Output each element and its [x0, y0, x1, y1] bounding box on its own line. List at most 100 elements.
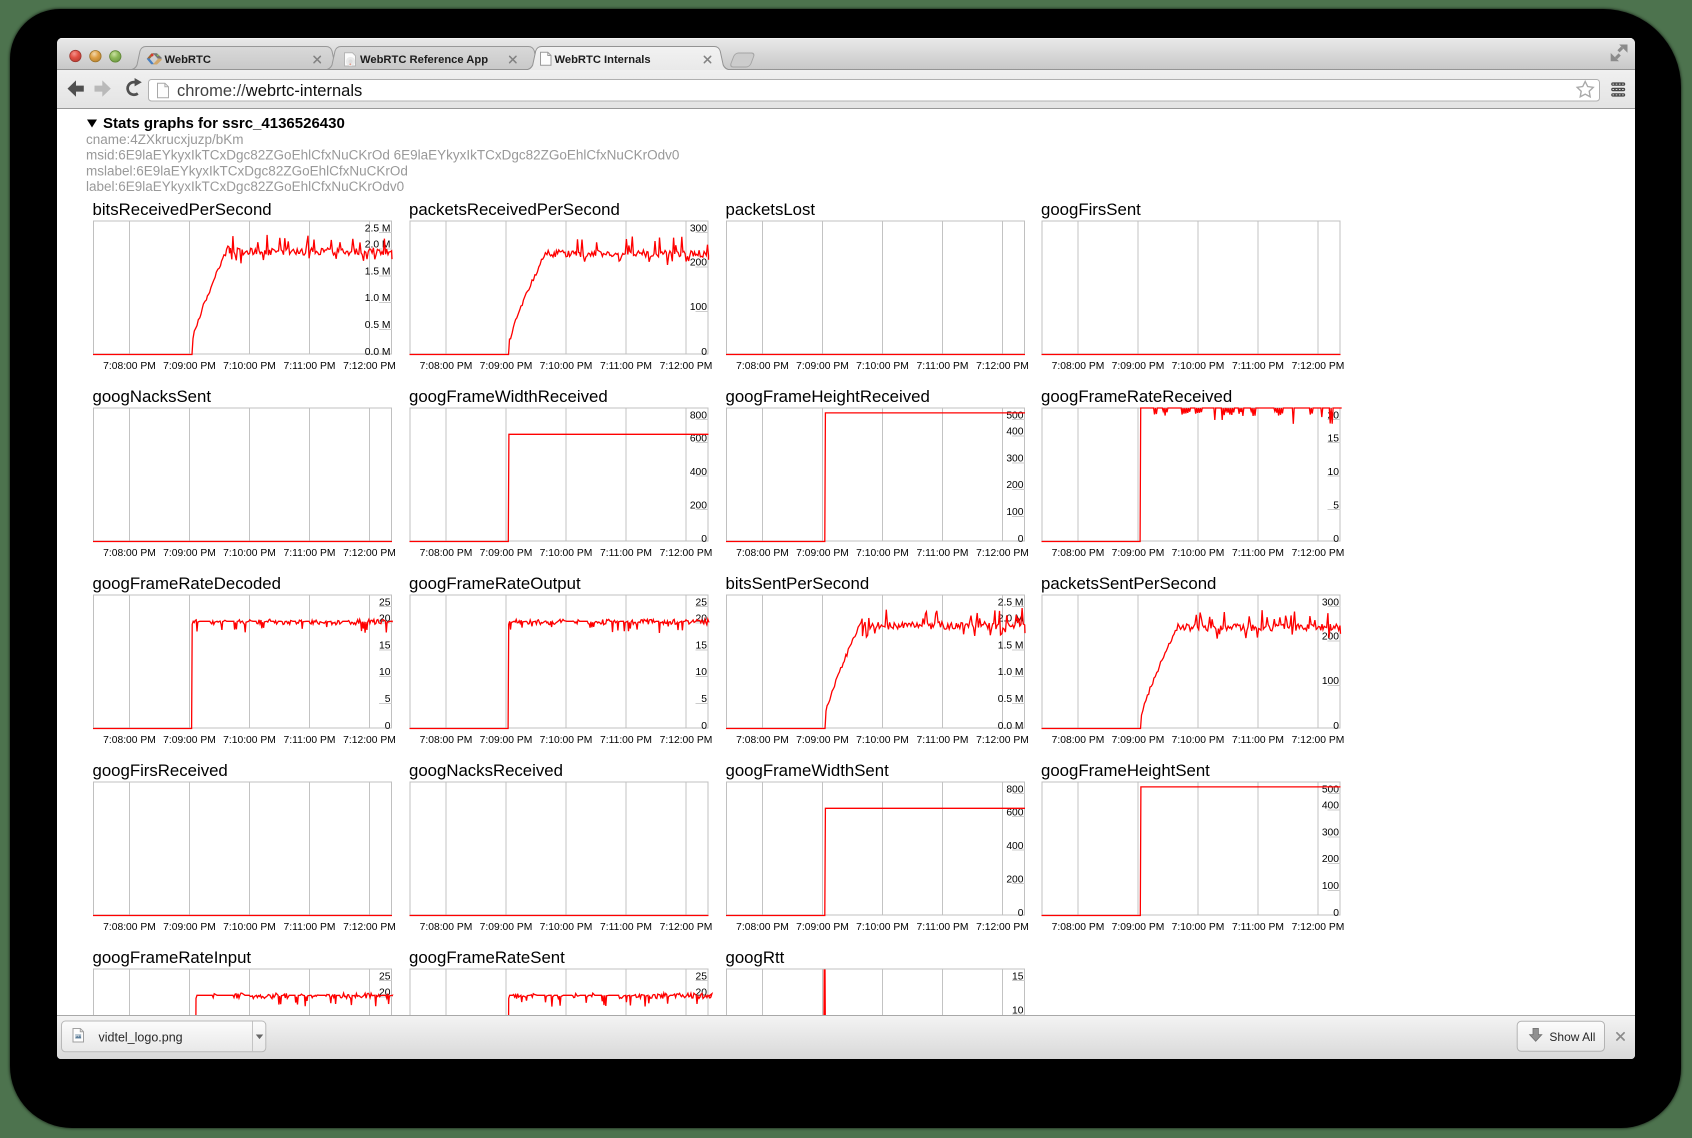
svg-text:vidtel_logo.png: vidtel_logo.png: [99, 1030, 183, 1044]
svg-text:7:12:00 PM: 7:12:00 PM: [660, 735, 713, 746]
svg-text:7:08:00 PM: 7:08:00 PM: [1052, 361, 1105, 372]
svg-text:7:08:00 PM: 7:08:00 PM: [736, 735, 789, 746]
svg-text:7:08:00 PM: 7:08:00 PM: [420, 922, 473, 933]
svg-text:7:10:00 PM: 7:10:00 PM: [1172, 922, 1225, 933]
svg-text:7:11:00 PM: 7:11:00 PM: [600, 922, 652, 933]
svg-text:7:08:00 PM: 7:08:00 PM: [1052, 735, 1105, 746]
svg-text:0.0 M: 0.0 M: [365, 346, 391, 357]
svg-text:7:09:00 PM: 7:09:00 PM: [1112, 922, 1165, 933]
svg-text:7:10:00 PM: 7:10:00 PM: [1172, 361, 1225, 372]
svg-text:7:12:00 PM: 7:12:00 PM: [343, 735, 396, 746]
svg-text:7:09:00 PM: 7:09:00 PM: [796, 922, 849, 933]
svg-text:googFirsSent: googFirsSent: [1041, 200, 1141, 219]
svg-text:googFrameHeightSent: googFrameHeightSent: [1041, 761, 1210, 780]
svg-text:0: 0: [701, 720, 707, 731]
svg-text:7:11:00 PM: 7:11:00 PM: [1232, 361, 1284, 372]
svg-text:7:12:00 PM: 7:12:00 PM: [343, 922, 396, 933]
svg-text:7:10:00 PM: 7:10:00 PM: [1172, 548, 1225, 559]
svg-text:7:10:00 PM: 7:10:00 PM: [540, 922, 593, 933]
svg-text:7:11:00 PM: 7:11:00 PM: [917, 548, 969, 559]
svg-text:bitsSentPerSecond: bitsSentPerSecond: [726, 574, 870, 593]
svg-text:0: 0: [1018, 533, 1024, 544]
svg-text:0: 0: [1333, 533, 1339, 544]
svg-text:bitsReceivedPerSecond: bitsReceivedPerSecond: [93, 200, 272, 219]
svg-text:WebRTC Reference App: WebRTC Reference App: [360, 54, 488, 66]
svg-text:7:12:00 PM: 7:12:00 PM: [1292, 922, 1345, 933]
svg-text:7:10:00 PM: 7:10:00 PM: [856, 548, 909, 559]
svg-text:7:09:00 PM: 7:09:00 PM: [163, 735, 216, 746]
svg-text:7:10:00 PM: 7:10:00 PM: [856, 735, 909, 746]
svg-text:0: 0: [1333, 720, 1339, 731]
svg-text:msid:6E9laEYkyxIkTCxDgc82ZGoEh: msid:6E9laEYkyxIkTCxDgc82ZGoEhlCfxNuCKrO…: [86, 147, 679, 162]
svg-text:7:12:00 PM: 7:12:00 PM: [976, 548, 1029, 559]
svg-text:7:09:00 PM: 7:09:00 PM: [163, 548, 216, 559]
svg-text:7:09:00 PM: 7:09:00 PM: [163, 922, 216, 933]
svg-text:7:10:00 PM: 7:10:00 PM: [856, 922, 909, 933]
svg-text:7:08:00 PM: 7:08:00 PM: [420, 548, 473, 559]
svg-text:packetsReceivedPerSecond: packetsReceivedPerSecond: [409, 200, 620, 219]
svg-text:0: 0: [701, 346, 707, 357]
svg-text:7:09:00 PM: 7:09:00 PM: [796, 548, 849, 559]
svg-text:Show All: Show All: [1549, 1030, 1595, 1044]
svg-text:cname:4ZXkrucxjuzp/bKm: cname:4ZXkrucxjuzp/bKm: [86, 132, 244, 147]
svg-text:7:12:00 PM: 7:12:00 PM: [976, 922, 1029, 933]
svg-text:7:08:00 PM: 7:08:00 PM: [103, 735, 156, 746]
svg-text:Stats graphs for ssrc_41365264: Stats graphs for ssrc_4136526430: [103, 115, 345, 132]
svg-text:7:09:00 PM: 7:09:00 PM: [1112, 548, 1165, 559]
svg-text:7:09:00 PM: 7:09:00 PM: [1112, 735, 1165, 746]
svg-text:7:12:00 PM: 7:12:00 PM: [1292, 735, 1345, 746]
svg-text:7:08:00 PM: 7:08:00 PM: [103, 548, 156, 559]
svg-text:7:11:00 PM: 7:11:00 PM: [284, 922, 336, 933]
svg-text:7:11:00 PM: 7:11:00 PM: [917, 922, 969, 933]
svg-text:googRtt: googRtt: [726, 948, 785, 967]
svg-text:label:6E9laEYkyxIkTCxDgc82ZGoE: label:6E9laEYkyxIkTCxDgc82ZGoEhlCfxNuCKr…: [86, 179, 404, 194]
svg-text:7:10:00 PM: 7:10:00 PM: [540, 735, 593, 746]
svg-text:7:12:00 PM: 7:12:00 PM: [660, 548, 713, 559]
svg-text:7:08:00 PM: 7:08:00 PM: [420, 735, 473, 746]
svg-text:packetsLost: packetsLost: [726, 200, 816, 219]
svg-text:7:10:00 PM: 7:10:00 PM: [540, 361, 593, 372]
svg-text:packetsSentPerSecond: packetsSentPerSecond: [1041, 574, 1216, 593]
svg-text:7:11:00 PM: 7:11:00 PM: [284, 361, 336, 372]
svg-text:7:11:00 PM: 7:11:00 PM: [917, 361, 969, 372]
svg-text:7:08:00 PM: 7:08:00 PM: [1052, 548, 1105, 559]
svg-text:7:09:00 PM: 7:09:00 PM: [480, 735, 533, 746]
svg-text:7:09:00 PM: 7:09:00 PM: [480, 361, 533, 372]
svg-text:7:09:00 PM: 7:09:00 PM: [796, 735, 849, 746]
svg-text:7:10:00 PM: 7:10:00 PM: [223, 361, 276, 372]
svg-text:7:10:00 PM: 7:10:00 PM: [540, 548, 593, 559]
svg-text:7:11:00 PM: 7:11:00 PM: [600, 548, 652, 559]
svg-text:7:09:00 PM: 7:09:00 PM: [796, 361, 849, 372]
svg-text:7:12:00 PM: 7:12:00 PM: [660, 922, 713, 933]
svg-text:WebRTC: WebRTC: [165, 54, 211, 66]
svg-text:7:08:00 PM: 7:08:00 PM: [1052, 922, 1105, 933]
svg-text:7:12:00 PM: 7:12:00 PM: [343, 361, 396, 372]
svg-text:7:12:00 PM: 7:12:00 PM: [660, 361, 713, 372]
svg-text:7:10:00 PM: 7:10:00 PM: [223, 548, 276, 559]
svg-text:7:11:00 PM: 7:11:00 PM: [1232, 922, 1284, 933]
svg-text:googFrameWidthReceived: googFrameWidthReceived: [409, 387, 608, 406]
svg-text:0: 0: [701, 533, 707, 544]
svg-text:7:10:00 PM: 7:10:00 PM: [223, 922, 276, 933]
svg-text:7:11:00 PM: 7:11:00 PM: [1232, 548, 1284, 559]
svg-text:7:08:00 PM: 7:08:00 PM: [420, 361, 473, 372]
svg-text:7:11:00 PM: 7:11:00 PM: [284, 548, 336, 559]
svg-text:7:10:00 PM: 7:10:00 PM: [856, 361, 909, 372]
svg-text:7:12:00 PM: 7:12:00 PM: [1292, 548, 1345, 559]
svg-text:0: 0: [1018, 907, 1024, 918]
svg-text:7:09:00 PM: 7:09:00 PM: [1112, 361, 1165, 372]
svg-text:googFrameRateSent: googFrameRateSent: [409, 948, 565, 967]
svg-text:7:08:00 PM: 7:08:00 PM: [736, 548, 789, 559]
svg-text:mslabel:6E9laEYkyxIkTCxDgc82ZG: mslabel:6E9laEYkyxIkTCxDgc82ZGoEhlCfxNuC…: [86, 163, 408, 178]
svg-text:0: 0: [1333, 907, 1339, 918]
svg-text:googFrameRateReceived: googFrameRateReceived: [1041, 387, 1232, 406]
svg-text:7:08:00 PM: 7:08:00 PM: [103, 361, 156, 372]
svg-text:7:11:00 PM: 7:11:00 PM: [600, 735, 652, 746]
svg-text:7:08:00 PM: 7:08:00 PM: [736, 361, 789, 372]
svg-text:7:12:00 PM: 7:12:00 PM: [1292, 361, 1345, 372]
svg-text:7:11:00 PM: 7:11:00 PM: [284, 735, 336, 746]
svg-text:7:10:00 PM: 7:10:00 PM: [223, 735, 276, 746]
svg-text:7:12:00 PM: 7:12:00 PM: [976, 735, 1029, 746]
svg-text:10: 10: [1012, 1005, 1024, 1015]
svg-text:googFrameWidthSent: googFrameWidthSent: [726, 761, 890, 780]
